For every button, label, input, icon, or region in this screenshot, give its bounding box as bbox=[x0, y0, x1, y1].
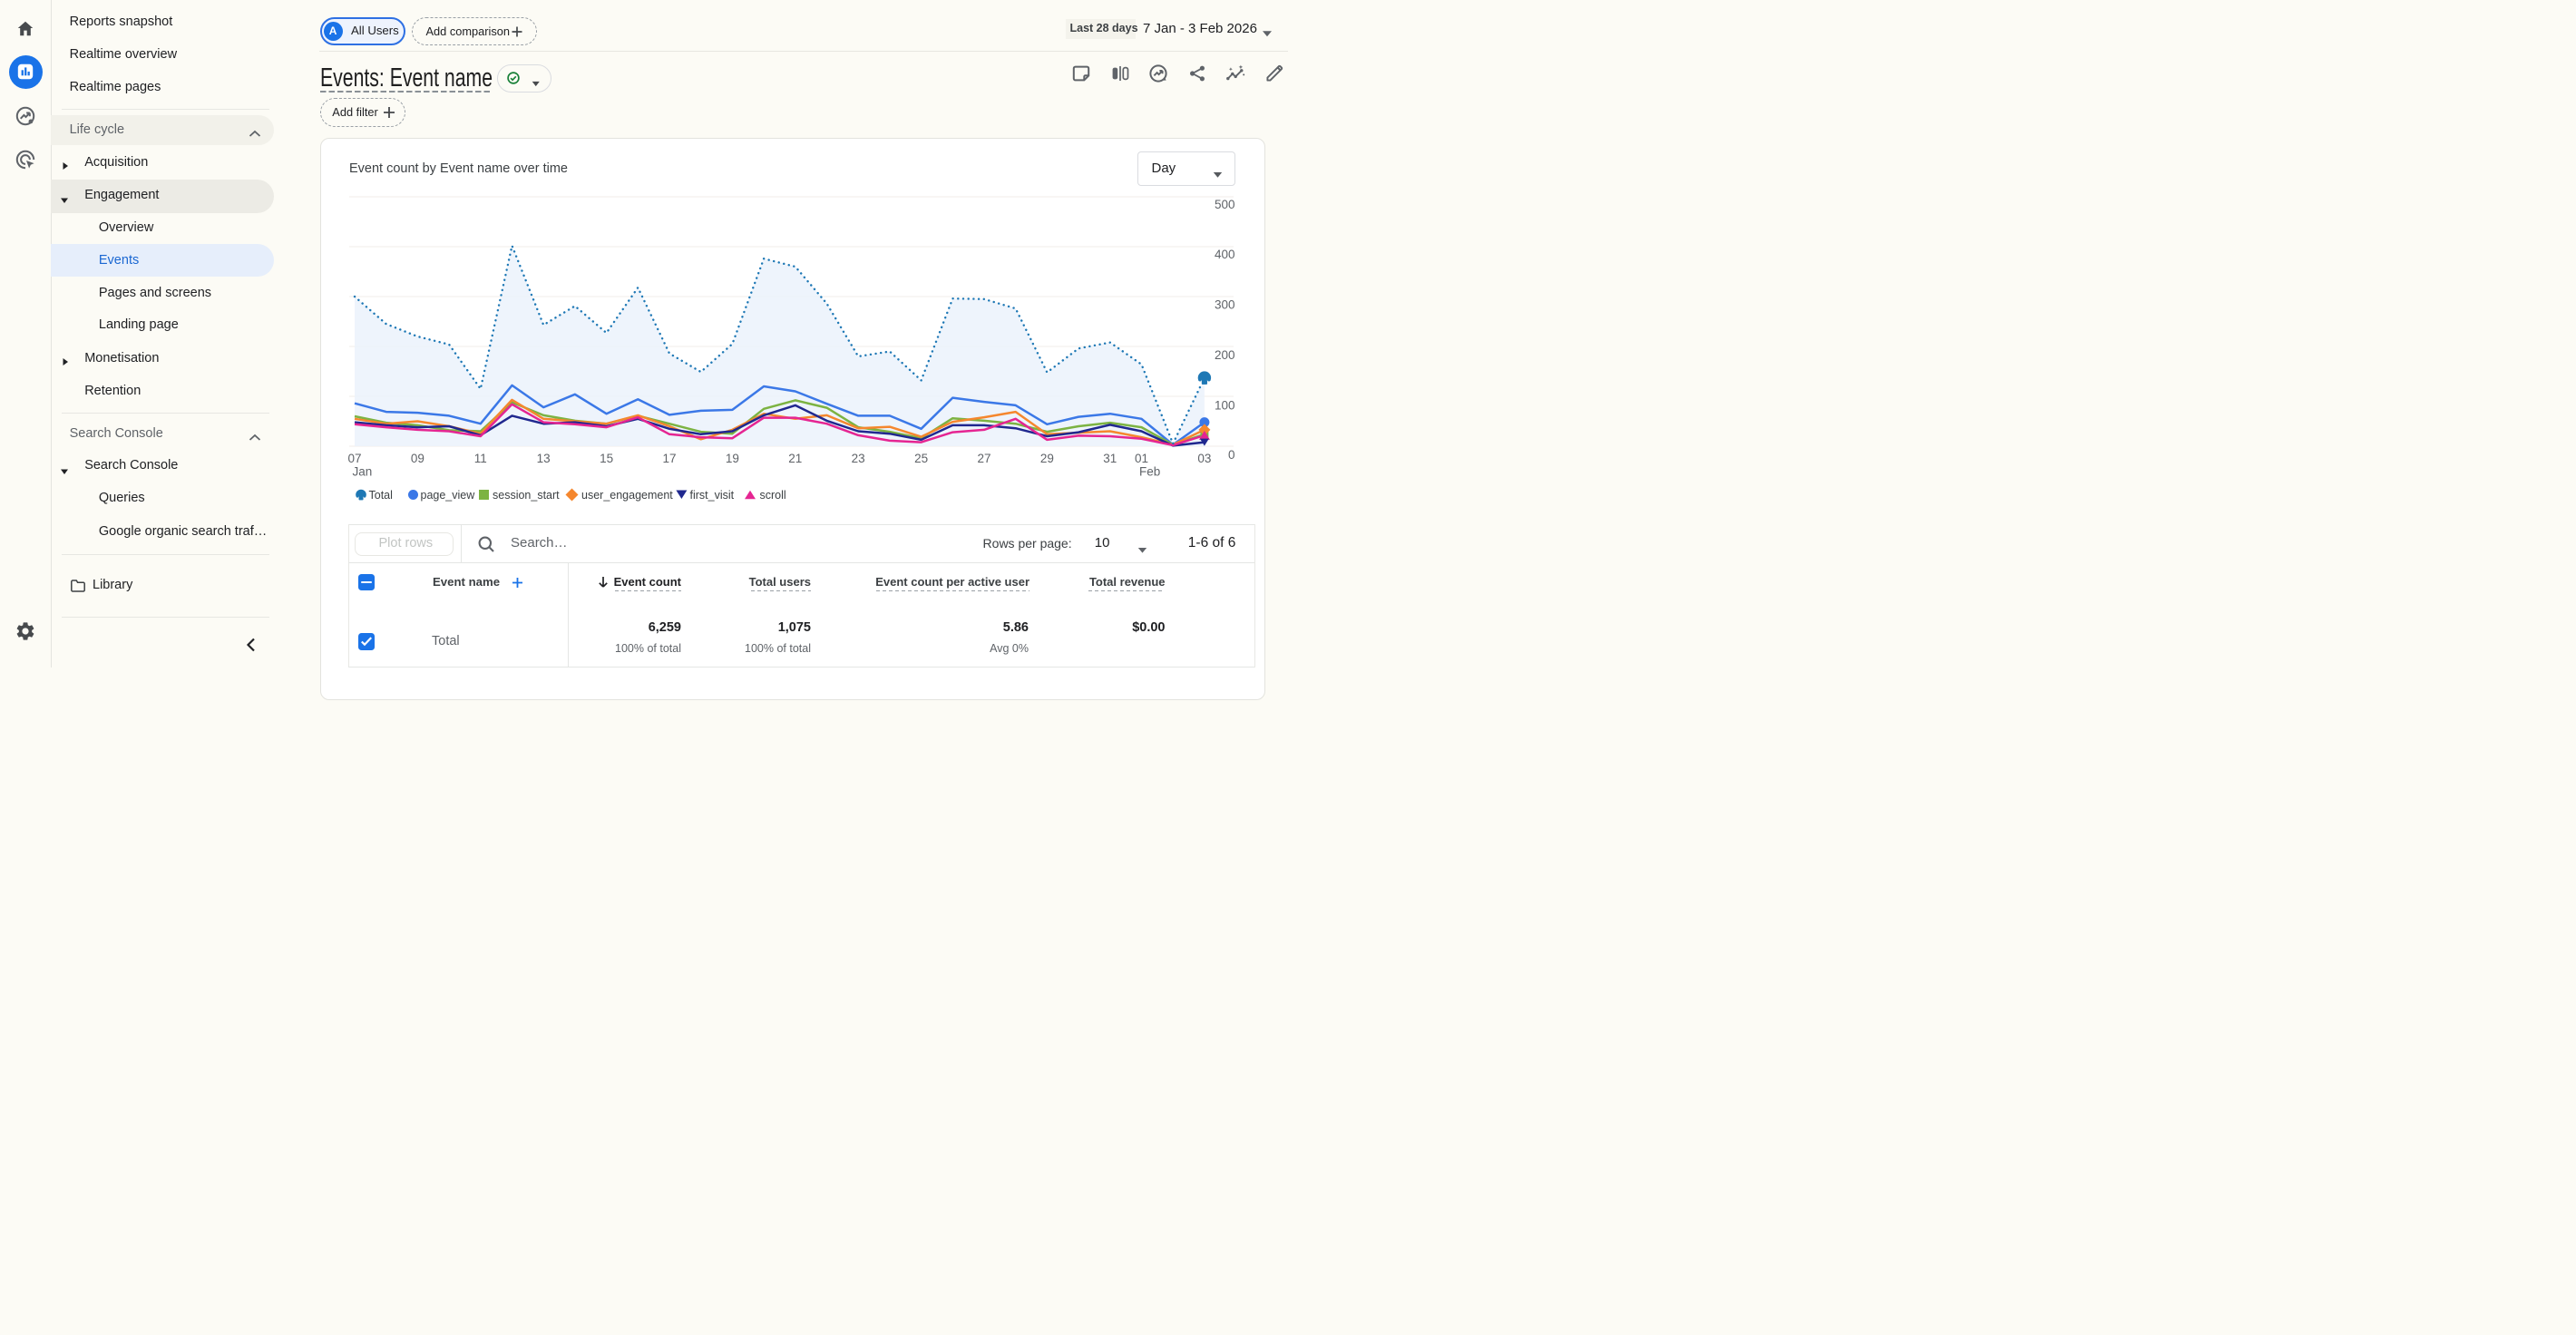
svg-text:500: 500 bbox=[1215, 198, 1235, 211]
svg-text:11: 11 bbox=[474, 452, 487, 465]
svg-text:15: 15 bbox=[600, 452, 613, 465]
svg-text:17: 17 bbox=[662, 452, 676, 465]
svg-text:0: 0 bbox=[1228, 448, 1235, 462]
svg-text:100: 100 bbox=[1215, 398, 1235, 412]
svg-text:23: 23 bbox=[852, 452, 865, 465]
svg-text:19: 19 bbox=[726, 452, 739, 465]
svg-text:user_engagement: user_engagement bbox=[581, 489, 673, 502]
svg-text:13: 13 bbox=[537, 452, 551, 465]
svg-text:03: 03 bbox=[1197, 452, 1211, 465]
svg-text:session_start: session_start bbox=[493, 489, 560, 502]
svg-text:Jan: Jan bbox=[353, 464, 373, 478]
svg-text:300: 300 bbox=[1215, 297, 1235, 311]
svg-text:scroll: scroll bbox=[760, 489, 786, 502]
svg-text:09: 09 bbox=[411, 452, 424, 465]
svg-text:400: 400 bbox=[1215, 248, 1235, 261]
svg-text:31: 31 bbox=[1103, 452, 1117, 465]
svg-text:01: 01 bbox=[1135, 452, 1148, 465]
svg-text:25: 25 bbox=[914, 452, 928, 465]
svg-text:200: 200 bbox=[1215, 348, 1235, 362]
svg-text:first_visit: first_visit bbox=[690, 489, 735, 502]
svg-text:27: 27 bbox=[977, 452, 990, 465]
svg-text:page_view: page_view bbox=[421, 489, 476, 502]
svg-text:07: 07 bbox=[347, 452, 361, 465]
svg-text:21: 21 bbox=[788, 452, 802, 465]
svg-text:29: 29 bbox=[1040, 452, 1054, 465]
svg-text:Total: Total bbox=[369, 489, 393, 502]
svg-text:Feb: Feb bbox=[1139, 464, 1160, 478]
